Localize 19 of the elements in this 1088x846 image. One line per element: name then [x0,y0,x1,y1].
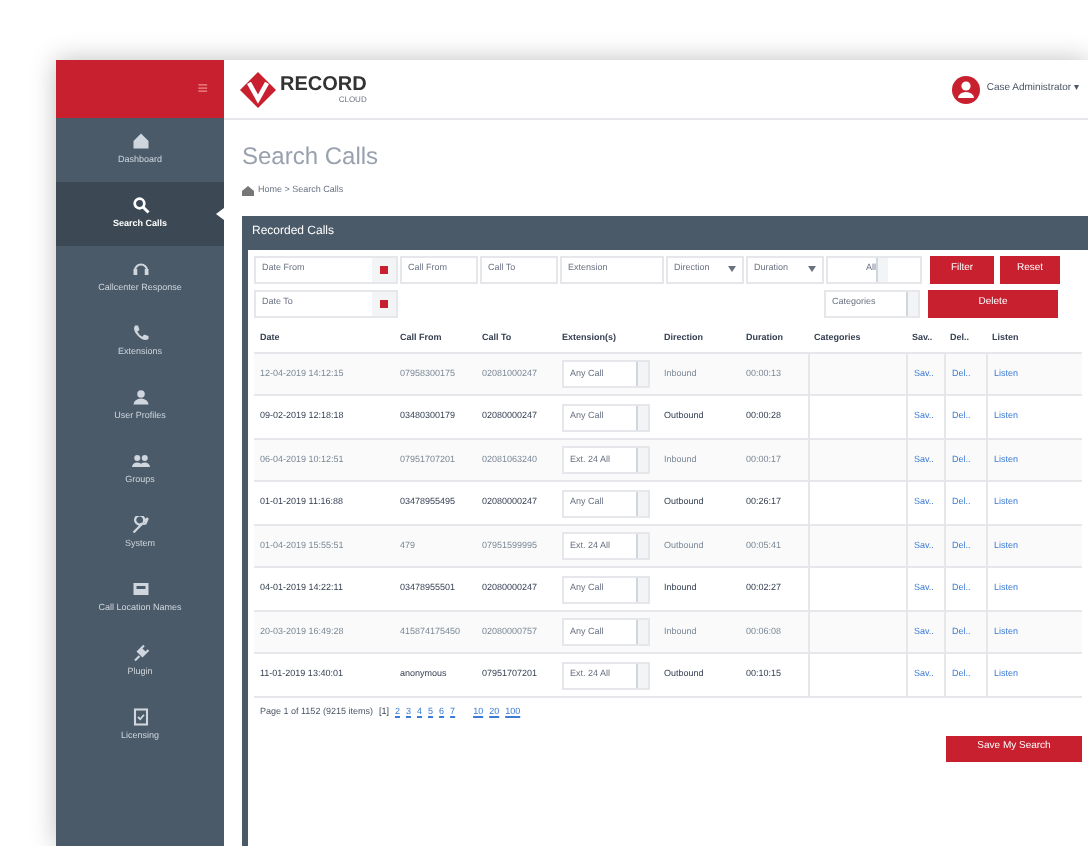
user-avatar-icon[interactable] [952,75,981,103]
caret-icon [728,266,736,273]
logo-text: RECORD [280,75,367,95]
home-icon [242,185,254,196]
logo-icon [240,71,276,107]
calendar-icon [380,299,388,308]
wrench-icon [131,516,149,535]
phone-icon [131,324,149,343]
search-icon [131,196,149,215]
caret-icon [808,266,816,273]
clipboard-icon [131,708,149,727]
home-icon [131,132,149,151]
users-icon [131,452,149,471]
user-icon [131,388,149,407]
headset-icon [131,260,149,279]
calendar-icon [380,265,388,274]
inbox-icon [131,580,149,599]
plug-icon [131,644,149,663]
page-title: Search Calls [242,140,381,174]
